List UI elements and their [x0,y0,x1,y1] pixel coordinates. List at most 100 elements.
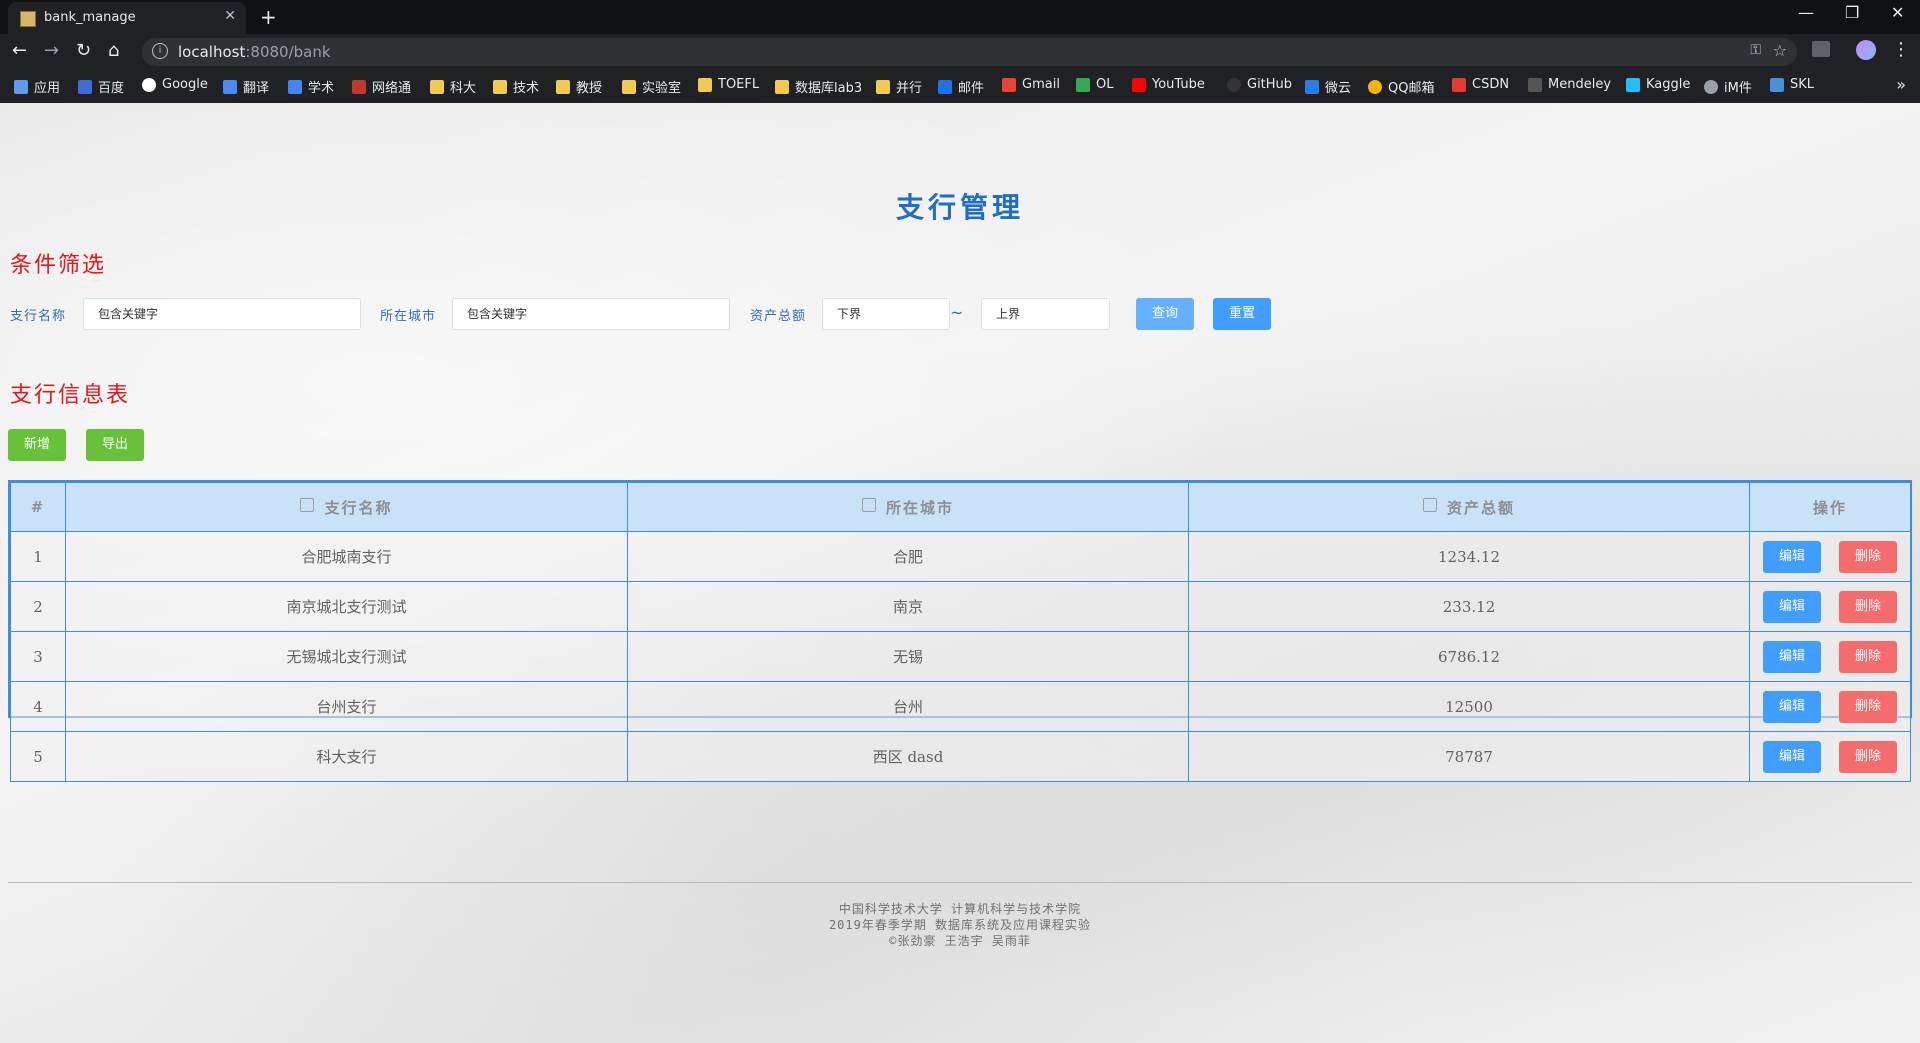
row-branch-name[interactable]: 合肥城南支行 [65,531,628,582]
bookmark-folder[interactable]: 教授 [556,77,602,96]
row-assets[interactable]: 233.12 [1188,581,1750,632]
row-assets[interactable]: 1234.12 [1188,531,1750,582]
bookmark-weiyun[interactable]: 微云 [1305,77,1351,96]
row-branch-name[interactable]: 科大支行 [65,731,628,782]
row-city[interactable]: 西区 dasd [627,731,1189,782]
bookmark-folder[interactable]: 科大 [430,77,476,96]
row-assets[interactable]: 6786.12 [1188,631,1750,682]
table-section-title: 支行信息表 [10,383,131,408]
row-branch-name[interactable]: 南京城北支行测试 [65,581,628,632]
bookmark-folder[interactable]: 并行 [876,77,922,96]
password-key-icon[interactable]: ⚿ [1750,42,1761,58]
minimize-icon[interactable]: — [1798,3,1814,22]
bookmark-folder[interactable]: 技术 [493,77,539,96]
edit-button[interactable]: 编辑 [1763,690,1821,723]
row-operations: 编辑 删除 [1749,531,1911,582]
col-branch-name-label: 支行名称 [324,498,393,517]
bookmark-qqmail[interactable]: QQ邮箱 [1368,77,1434,96]
city-input[interactable] [452,298,730,330]
row-branch-name[interactable]: 台州支行 [65,681,628,732]
bookmark-star-icon[interactable]: ☆ [1773,41,1787,60]
more-bookmarks-icon[interactable]: » [1896,75,1906,94]
bookmark-kaggle[interactable]: Kaggle [1626,77,1690,92]
assets-upper-input[interactable] [981,298,1110,330]
folder-icon [430,79,444,94]
delete-button[interactable]: 删除 [1839,590,1897,623]
row-index: 2 [10,581,66,632]
tab-close-icon[interactable]: ✕ [224,8,236,24]
export-button[interactable]: 导出 [86,429,144,461]
bookmark-csdn[interactable]: CSDN [1452,77,1509,92]
bookmark-skl[interactable]: SKL [1770,77,1814,92]
assets-lower-input[interactable] [822,298,950,330]
bookmark-folder[interactable]: 数据库lab3 [775,77,862,96]
row-assets[interactable]: 12500 [1188,681,1750,732]
bookmark-youtube[interactable]: YouTube [1132,77,1205,92]
menu-icon[interactable]: ⋮ [1892,39,1910,60]
edit-button[interactable]: 编辑 [1763,740,1821,773]
row-city[interactable]: 合肥 [627,531,1189,582]
window-close-icon[interactable]: ✕ [1891,3,1904,22]
bookmark-mail[interactable]: 邮件 [938,77,984,96]
bookmark-mendeley[interactable]: Mendeley [1528,77,1611,92]
bookmark-gmail[interactable]: Gmail [1002,77,1060,92]
branch-name-input[interactable] [83,298,361,330]
home-icon[interactable]: ⌂ [108,40,119,61]
table-row: 4 台州支行 台州 12500 编辑 删除 [10,681,1911,732]
add-button[interactable]: 新增 [8,429,66,461]
edit-button[interactable]: 编辑 [1763,540,1821,573]
extension-icon[interactable] [1812,41,1830,57]
col-assets[interactable]: 资产总额 [1188,482,1750,532]
forward-icon[interactable]: → [44,40,59,61]
bookmark-network[interactable]: 网络通 [352,77,411,96]
network-icon [352,79,366,94]
bookmark-icloud-mail[interactable]: iM件 [1704,77,1752,96]
row-city[interactable]: 南京 [627,581,1189,632]
row-city[interactable]: 无锡 [627,631,1189,682]
row-operations: 编辑 删除 [1749,681,1911,732]
edit-button[interactable]: 编辑 [1763,590,1821,623]
profile-avatar[interactable] [1856,40,1876,60]
col-city[interactable]: 所在城市 [627,482,1189,532]
col-branch-name[interactable]: 支行名称 [65,482,628,532]
footer-line-3: ©张劲豪 王浩宇 吴雨菲 [889,934,1031,948]
bookmark-apps[interactable]: 应用 [14,77,60,96]
delete-button[interactable]: 删除 [1839,690,1897,723]
reload-icon[interactable]: ↻ [76,40,91,61]
back-icon[interactable]: ← [12,40,27,61]
bookmark-ol[interactable]: OL [1076,77,1113,92]
row-assets[interactable]: 78787 [1188,731,1750,782]
delete-button[interactable]: 删除 [1839,740,1897,773]
mail-icon [938,79,952,94]
tab-strip: bank_manage ✕ + — ❐ ✕ [0,0,1920,34]
bookmark-translate[interactable]: 翻译 [223,77,269,96]
bookmark-folder[interactable]: 实验室 [622,77,681,96]
col-index: # [10,482,66,532]
restore-icon[interactable]: ❐ [1845,3,1859,22]
youtube-icon [1132,77,1146,92]
folder-icon [493,79,507,94]
bookmark-label: Kaggle [1646,77,1691,92]
apps-grid-icon [14,79,28,94]
google-icon [142,77,156,92]
bookmark-baidu[interactable]: 百度 [78,77,124,96]
edit-button[interactable]: 编辑 [1763,640,1821,673]
site-info-icon[interactable]: i [152,43,168,59]
browser-tab[interactable]: bank_manage ✕ [8,2,246,34]
row-city[interactable]: 台州 [627,681,1189,732]
new-tab-icon[interactable]: + [260,5,277,29]
bookmark-label: 应用 [34,81,61,96]
bookmark-google[interactable]: Google [142,77,208,92]
delete-button[interactable]: 删除 [1839,640,1897,673]
bookmark-github[interactable]: GitHub [1227,77,1292,92]
bookmark-scholar[interactable]: 学术 [288,77,334,96]
row-branch-name[interactable]: 无锡城北支行测试 [65,631,628,682]
bookmark-label: 微云 [1325,81,1352,96]
folder-icon [876,79,890,94]
query-button[interactable]: 查询 [1136,298,1194,330]
reset-button[interactable]: 重置 [1213,298,1271,330]
github-icon [1227,77,1241,92]
bookmark-folder[interactable]: TOEFL [698,77,759,92]
address-bar[interactable]: i localhost:8080/bank ⚿ ☆ [142,38,1797,66]
delete-button[interactable]: 删除 [1839,540,1897,573]
